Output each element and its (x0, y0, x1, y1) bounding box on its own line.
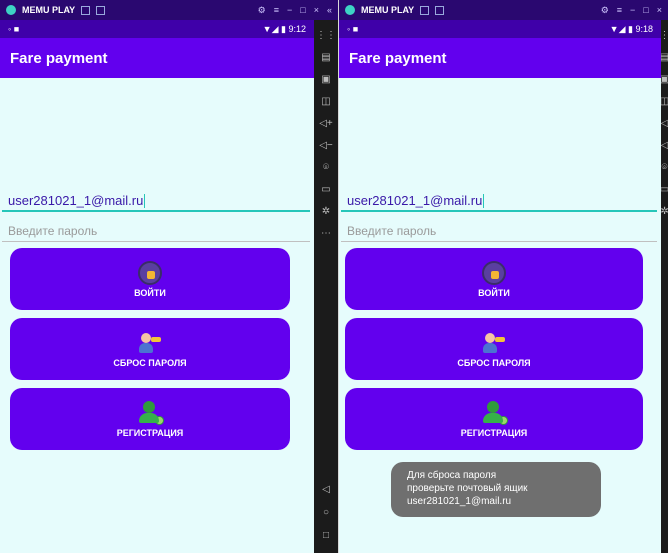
add-user-icon (138, 400, 164, 425)
password-field[interactable]: Введите пароль (2, 220, 310, 242)
notification-icons: ◦ ■ (347, 24, 359, 34)
emulator-sidebar: ⋮ ▤ ▣ ◫ ◁ ◁ ⌾ ▭ ✲ (661, 20, 668, 553)
app-bar: Fare payment (339, 38, 661, 78)
volume-down-icon[interactable]: ◁ (661, 140, 668, 151)
password-field[interactable]: Введите пароль (341, 220, 657, 242)
maximize-icon[interactable]: □ (643, 5, 648, 16)
menu-icon[interactable]: ≡ (617, 5, 622, 16)
more-icon[interactable]: ⋯ (321, 228, 331, 239)
menu-icon[interactable]: ≡ (274, 5, 279, 16)
home-icon[interactable]: ○ (323, 507, 329, 518)
emulator-title: MEMU PLAY (22, 5, 76, 15)
emulator-sidebar: ⋮⋮ ▤ ▣ ◫ ◁+ ◁− ⌾ ▭ ✲ ⋯ ◁ ○ □ (314, 20, 338, 553)
email-value: user281021_1@mail.ru (8, 193, 144, 208)
register-button[interactable]: РЕГИСТРАЦИЯ (345, 388, 643, 450)
reset-button-label: СБРОС ПАРОЛЯ (457, 357, 531, 368)
android-status-bar: ◦ ■ ▼◢ ▮ 9:18 (339, 20, 661, 38)
reset-password-button[interactable]: СБРОС ПАРОЛЯ (345, 318, 643, 380)
register-button-label: РЕГИСТРАЦИЯ (116, 427, 184, 438)
email-value: user281021_1@mail.ru (347, 193, 483, 208)
maximize-icon[interactable]: □ (300, 5, 305, 16)
volume-up-icon[interactable]: ◁ (661, 118, 668, 129)
user-lock-icon (138, 260, 162, 285)
email-field[interactable]: user281021_1@mail.ru (2, 188, 310, 212)
settings-icon[interactable]: ⚙ (601, 5, 609, 16)
toast-line: Для сброса пароля (407, 470, 497, 481)
keyboard-icon[interactable] (81, 5, 91, 15)
window-controls: ⚙ ≡ − □ × « (258, 5, 332, 16)
register-button[interactable]: РЕГИСТРАЦИЯ (10, 388, 290, 450)
status-right: ▼◢ ▮ 9:18 (609, 23, 653, 34)
emulator-titlebar: MEMU PLAY ⚙ ≡ − □ × (339, 0, 668, 20)
status-right: ▼◢ ▮ 9:12 (262, 23, 306, 34)
login-button-label: ВОЙТИ (134, 287, 166, 298)
folder-icon[interactable]: ▭ (661, 184, 668, 195)
keyboard-mapping-icon[interactable]: ▤ (661, 52, 668, 63)
android-status-bar: ◦ ■ ▼◢ ▮ 9:12 (0, 20, 314, 38)
screenshot-icon[interactable]: ◫ (321, 96, 330, 107)
toast-line: user281021_1@mail.ru (407, 496, 512, 507)
add-user-icon (482, 400, 508, 425)
memu-logo-icon (345, 5, 355, 15)
notification-icons: ◦ ■ (8, 24, 20, 34)
folder-icon[interactable]: ▭ (321, 184, 330, 195)
close-icon[interactable]: × (314, 5, 319, 16)
text-cursor (483, 194, 485, 208)
reset-password-button[interactable]: СБРОС ПАРОЛЯ (10, 318, 290, 380)
minimize-icon[interactable]: − (630, 5, 635, 16)
memu-logo-icon (6, 5, 16, 15)
location-icon[interactable]: ⌾ (323, 162, 329, 173)
status-time: 9:12 (288, 23, 306, 34)
login-button-label: ВОЙТИ (478, 287, 510, 298)
email-field[interactable]: user281021_1@mail.ru (341, 188, 657, 212)
recents-icon[interactable]: □ (323, 530, 329, 541)
password-placeholder: Введите пароль (8, 223, 98, 238)
toast-line: проверьте почтовый ящик (407, 483, 528, 494)
expand-icon[interactable]: ⋮ (661, 30, 668, 41)
toast-message: Для сброса пароля проверьте почтовый ящи… (391, 462, 601, 517)
apk-icon[interactable]: ▣ (321, 74, 330, 85)
user-lock-icon (482, 260, 506, 285)
expand-icon[interactable]: ⋮⋮ (316, 30, 336, 41)
keyboard-icon[interactable] (420, 5, 430, 15)
register-button-label: РЕГИСТРАЦИЯ (460, 427, 528, 438)
password-placeholder: Введите пароль (347, 223, 437, 238)
settings-gear-icon[interactable]: ✲ (661, 206, 668, 217)
user-key-icon (138, 331, 162, 355)
keyboard-mapping-icon[interactable]: ▤ (321, 52, 330, 63)
minimize-icon[interactable]: − (287, 5, 292, 16)
reset-button-label: СБРОС ПАРОЛЯ (113, 357, 187, 368)
user-key-icon (482, 331, 506, 355)
back-icon[interactable]: ◁ (322, 484, 330, 495)
login-screen: user281021_1@mail.ru Введите пароль ВОЙТ… (0, 78, 314, 553)
window-controls: ⚙ ≡ − □ × (601, 5, 662, 16)
emulator-title: MEMU PLAY (361, 5, 415, 15)
emulator-window-left: MEMU PLAY ⚙ ≡ − □ × « ◦ ■ ▼◢ ▮ 9:12 Fare… (0, 0, 338, 553)
login-button[interactable]: ВОЙТИ (10, 248, 290, 310)
text-cursor (144, 194, 146, 208)
volume-up-icon[interactable]: ◁+ (319, 118, 333, 129)
screenshot-icon[interactable]: ◫ (661, 96, 668, 107)
apk-icon[interactable]: ▣ (661, 74, 668, 85)
status-time: 9:18 (635, 23, 653, 34)
login-button[interactable]: ВОЙТИ (345, 248, 643, 310)
app-title: Fare payment (10, 49, 108, 67)
nav-buttons: ◁ ○ □ (322, 484, 330, 541)
location-icon[interactable]: ⌾ (662, 162, 668, 173)
emulator-window-right: MEMU PLAY ⚙ ≡ − □ × ◦ ■ ▼◢ ▮ 9:18 Fare p… (339, 0, 668, 553)
settings-icon[interactable]: ⚙ (258, 5, 266, 16)
screen-icon[interactable] (435, 5, 445, 15)
close-icon[interactable]: × (657, 5, 662, 16)
app-title: Fare payment (349, 49, 447, 67)
app-bar: Fare payment (0, 38, 314, 78)
volume-down-icon[interactable]: ◁− (319, 140, 333, 151)
screen-icon[interactable] (96, 5, 106, 15)
settings-gear-icon[interactable]: ✲ (322, 206, 330, 217)
collapse-sidebar-icon[interactable]: « (327, 5, 332, 16)
emulator-titlebar: MEMU PLAY ⚙ ≡ − □ × « (0, 0, 338, 20)
